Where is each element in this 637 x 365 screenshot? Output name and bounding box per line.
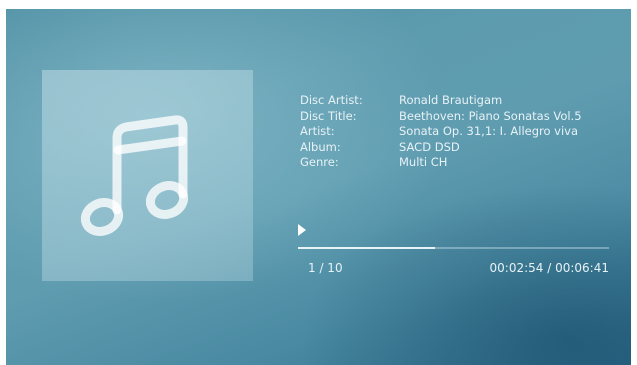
genre-value: Multi CH [399, 155, 448, 169]
play-icon[interactable] [298, 224, 306, 236]
album-value: SACD DSD [399, 139, 460, 154]
disc-artist-value: Ronald Brautigam [399, 93, 503, 107]
disc-title-label: Disc Title: [300, 108, 357, 123]
disc-title-value: Beethoven: Piano Sonatas Vol.5 [399, 108, 582, 123]
info-row-disc-artist: Disc Artist: Ronald Brautigam [300, 93, 582, 109]
artist-label: Artist: [300, 124, 335, 138]
progress-bar-fill [298, 247, 435, 249]
track-info: Disc Artist: Ronald Brautigam Disc Title… [300, 93, 582, 171]
info-row-disc-title: Disc Title: Beethoven: Piano Sonatas Vol… [300, 109, 582, 125]
genre-label: Genre: [300, 155, 339, 169]
info-row-artist: Artist: Sonata Op. 31,1: I. Allegro viva [300, 124, 582, 140]
artist-value: Sonata Op. 31,1: I. Allegro viva [399, 124, 579, 138]
info-row-album: Album: SACD DSD [300, 140, 582, 156]
progress-bar[interactable] [298, 247, 609, 249]
music-player-screen: Disc Artist: Ronald Brautigam Disc Title… [6, 9, 631, 365]
info-row-genre: Genre: Multi CH [300, 155, 582, 171]
music-note-icon [80, 115, 189, 236]
disc-artist-label: Disc Artist: [300, 93, 363, 107]
album-art [42, 70, 253, 281]
album-label: Album: [300, 139, 341, 154]
time-readout: 00:02:54 / 00:06:41 [489, 261, 609, 275]
track-counter: 1 / 10 [308, 261, 343, 275]
